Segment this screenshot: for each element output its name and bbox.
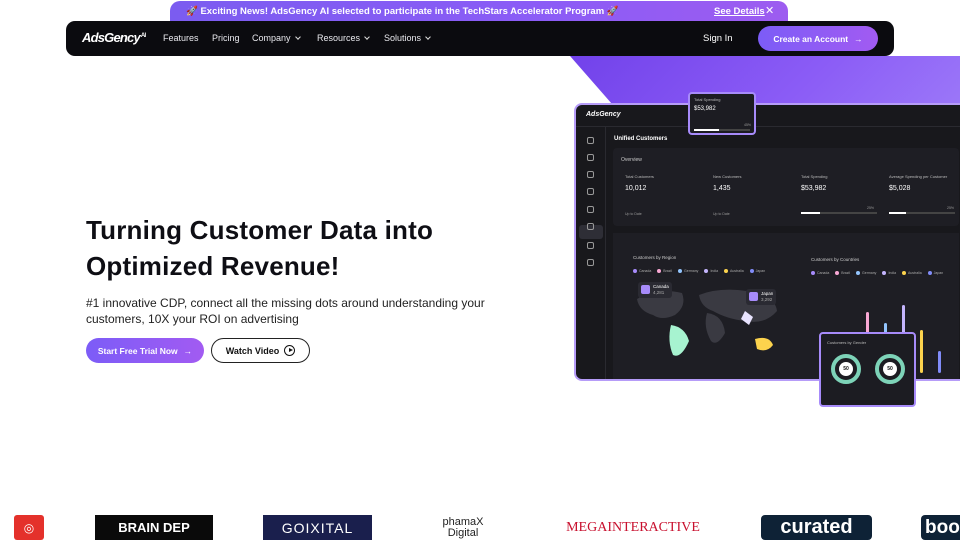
chevron-down-icon bbox=[294, 34, 301, 40]
bar-australia bbox=[920, 329, 923, 373]
gender-card: Customers by Gender 50 50 bbox=[819, 332, 916, 407]
partner-logos: ◎ BRAIN DEP GOIXITAL phamaX Digital MEGAI… bbox=[0, 512, 960, 540]
home-icon bbox=[587, 137, 594, 144]
nav-item-resources[interactable]: Resources bbox=[317, 33, 370, 43]
region-legend: Canada Brazil Germany India Australia Ja… bbox=[633, 269, 765, 273]
dashboard-sidebar bbox=[576, 127, 606, 379]
inbox-icon bbox=[587, 188, 594, 195]
nav-item-features[interactable]: Features bbox=[163, 33, 199, 43]
countries-legend: Canada Brazil Germany India Australia Ja… bbox=[811, 271, 943, 275]
table-icon bbox=[587, 171, 594, 178]
chevron-down-icon bbox=[364, 34, 370, 40]
total-spending-card: Total Spending $53,982 45% bbox=[688, 92, 756, 135]
see-details-link[interactable]: See Details bbox=[714, 6, 765, 17]
nav-item-pricing[interactable]: Pricing bbox=[212, 33, 240, 43]
partner-logo-godixital: GOIXITAL bbox=[263, 515, 372, 540]
map-pin-japan: Japan 3,292 bbox=[746, 289, 777, 305]
clock-icon bbox=[587, 223, 594, 230]
dashboard-logo: AdsGency bbox=[586, 111, 621, 118]
nav-item-solutions[interactable]: Solutions bbox=[384, 33, 431, 43]
close-icon[interactable]: ✕ bbox=[765, 4, 774, 17]
announcement-text: 🚀 Exciting News! AdsGency AI selected to… bbox=[186, 6, 619, 17]
dashboard-page-title: Unified Customers bbox=[614, 136, 668, 142]
overview-panel: Overview Total Customers 10,012 Up to Da… bbox=[613, 148, 959, 226]
chart-icon bbox=[587, 206, 594, 213]
map-pin-canada: Canada 4,281 bbox=[638, 282, 672, 298]
progress-bar bbox=[801, 212, 877, 214]
progress-bar bbox=[889, 212, 955, 214]
chevron-down-icon bbox=[425, 34, 431, 40]
partner-logo-phamax: phamaX Digital bbox=[442, 515, 484, 539]
sign-in-link[interactable]: Sign In bbox=[703, 33, 733, 44]
bar-japan bbox=[938, 351, 941, 373]
gender-ring-right: 50 bbox=[875, 354, 905, 384]
start-free-trial-button[interactable]: Start Free Trial Now → bbox=[86, 338, 204, 363]
hero-title: Turning Customer Data into Optimized Rev… bbox=[86, 215, 434, 281]
partner-logo-braindep: BRAIN DEP bbox=[95, 515, 213, 540]
partner-logo-megainteractive: MEGAINTERACTIVE bbox=[566, 519, 700, 535]
hero-subtitle: #1 innovative CDP, connect all the missi… bbox=[86, 296, 485, 326]
logo[interactable]: AdsGencyAI bbox=[82, 30, 146, 45]
navbar: AdsGencyAI Features Pricing Company Reso… bbox=[66, 21, 894, 56]
file-icon bbox=[587, 259, 594, 266]
nav-item-company[interactable]: Company bbox=[252, 33, 301, 43]
calendar-icon bbox=[587, 154, 594, 161]
play-icon bbox=[284, 345, 296, 356]
announcement-bar: 🚀 Exciting News! AdsGency AI selected to… bbox=[170, 1, 788, 22]
create-account-button[interactable]: Create an Account → bbox=[758, 26, 878, 51]
gender-ring-left: 50 bbox=[831, 354, 861, 384]
partner-logo-curated: curated bbox=[761, 515, 872, 540]
folder-icon bbox=[587, 242, 594, 249]
watch-video-button[interactable]: Watch Video bbox=[211, 338, 310, 363]
partner-logo-boo: boo bbox=[921, 515, 960, 540]
arrow-right-icon: → bbox=[854, 33, 863, 44]
partner-logo-red: ◎ bbox=[14, 515, 44, 540]
arrow-right-icon: → bbox=[183, 345, 193, 356]
progress-bar bbox=[694, 129, 750, 131]
